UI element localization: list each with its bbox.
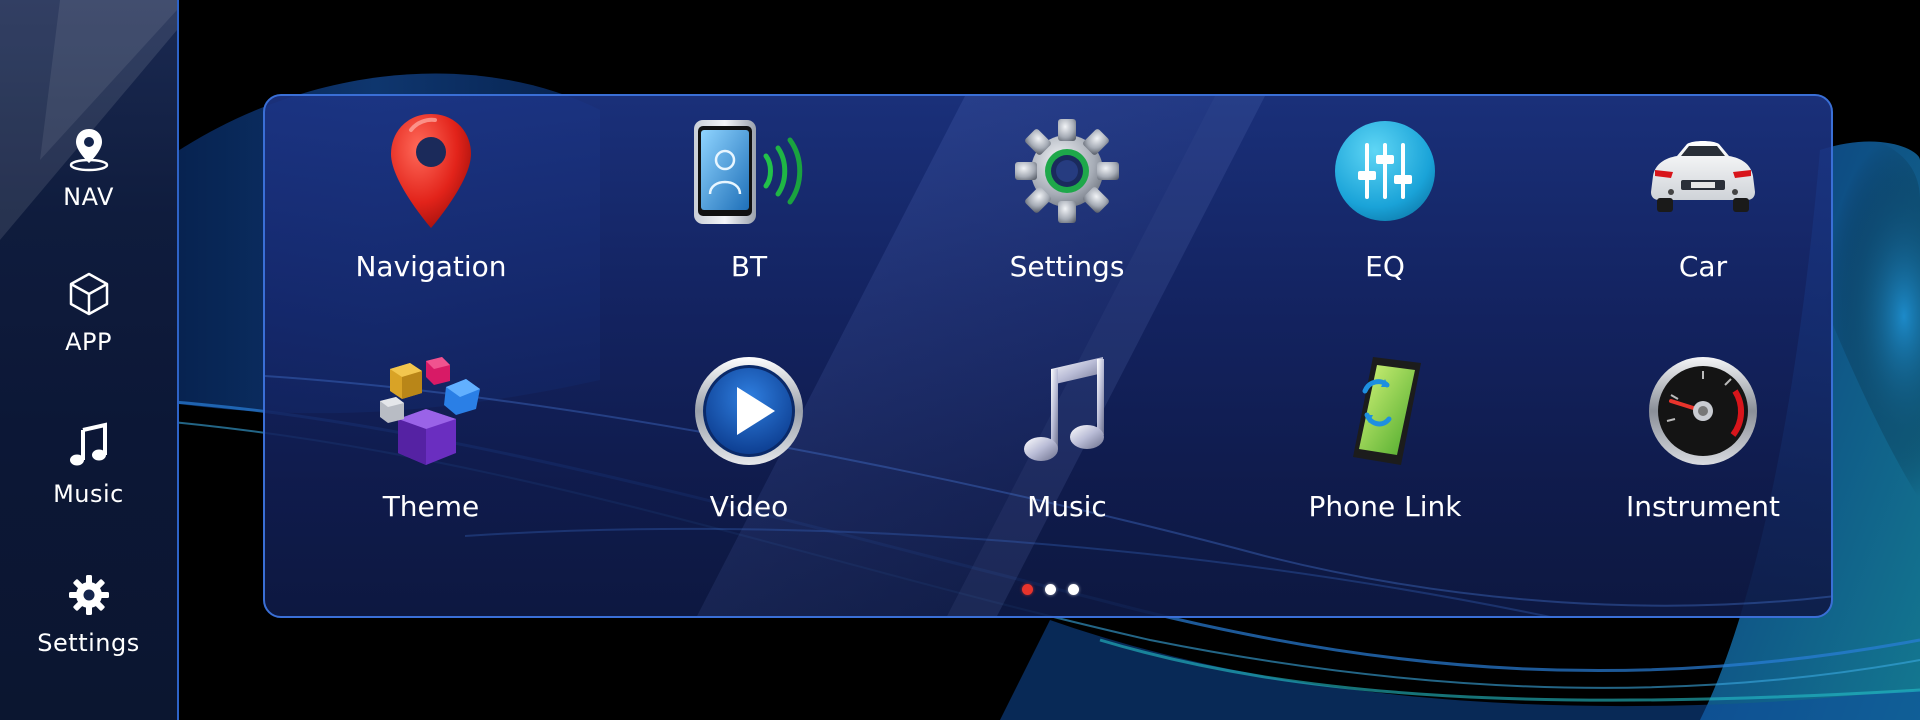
car-icon <box>1638 106 1768 236</box>
app-theme[interactable]: Theme <box>311 346 551 546</box>
page-dot-2[interactable] <box>1044 584 1056 595</box>
app-label: EQ <box>1365 250 1405 283</box>
app-label: Settings <box>1009 250 1125 283</box>
app-label: Phone Link <box>1308 490 1462 523</box>
app-grid-panel: Navigation BT Settings EQ Car Theme Vide… <box>263 94 1833 618</box>
sidebar-item-settings[interactable]: Settings <box>0 571 177 701</box>
sidebar-item-label: APP <box>65 328 112 356</box>
app-phone-link[interactable]: Phone Link <box>1265 346 1505 546</box>
sidebar-item-label: Music <box>53 480 124 508</box>
app-bt[interactable]: BT <box>629 106 869 306</box>
red-map-pin-icon <box>366 106 496 236</box>
gauge-icon <box>1638 346 1768 476</box>
page-indicator <box>265 584 1831 595</box>
sidebar-item-label: Settings <box>37 629 140 657</box>
sidebar: NAV APP Music Settings <box>0 0 179 720</box>
gear-icon <box>65 571 113 619</box>
phone-link-icon <box>1320 346 1450 476</box>
app-label: Theme <box>382 490 480 523</box>
sidebar-item-label: NAV <box>63 183 114 211</box>
map-pin-icon <box>65 125 113 173</box>
app-video[interactable]: Video <box>629 346 869 546</box>
app-label: Navigation <box>355 250 507 283</box>
music-note-icon <box>65 422 113 470</box>
head-unit-screen: NAV APP Music Settings Navigation BT Set… <box>0 0 1920 720</box>
app-label: Music <box>1027 490 1107 523</box>
music-note-icon <box>1002 346 1132 476</box>
app-label: Instrument <box>1625 490 1781 523</box>
app-label: Video <box>709 490 789 523</box>
cubes-icon <box>366 346 496 476</box>
sidebar-item-nav[interactable]: NAV <box>0 125 177 255</box>
app-settings[interactable]: Settings <box>947 106 1187 306</box>
app-instrument[interactable]: Instrument <box>1583 346 1823 546</box>
app-car[interactable]: Car <box>1583 106 1823 306</box>
sidebar-item-app[interactable]: APP <box>0 270 177 400</box>
page-dot-3[interactable] <box>1067 584 1079 595</box>
app-navigation[interactable]: Navigation <box>311 106 551 306</box>
equalizer-icon <box>1320 106 1450 236</box>
play-icon <box>684 346 814 476</box>
app-label: BT <box>730 250 768 283</box>
page-dot-1[interactable] <box>1021 584 1033 595</box>
gear-icon <box>1002 106 1132 236</box>
bluetooth-phone-icon <box>684 106 814 236</box>
app-eq[interactable]: EQ <box>1265 106 1505 306</box>
app-music[interactable]: Music <box>947 346 1187 546</box>
app-label: Car <box>1678 250 1728 283</box>
cube-icon <box>65 270 113 318</box>
sidebar-item-music[interactable]: Music <box>0 422 177 552</box>
